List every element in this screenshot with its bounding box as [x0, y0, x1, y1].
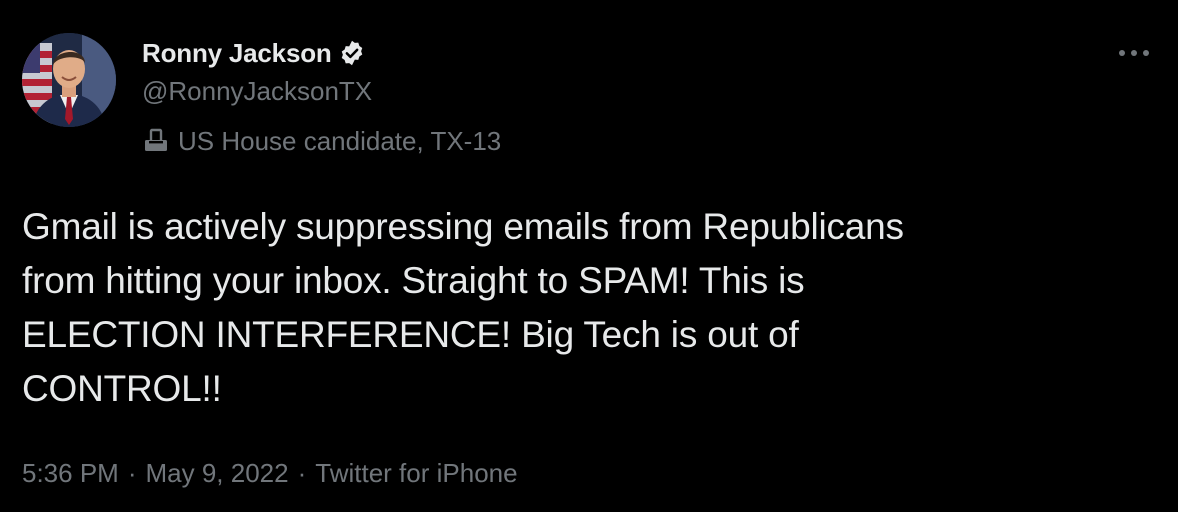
more-options-button[interactable]: [1112, 38, 1156, 68]
more-icon: [1119, 50, 1149, 56]
tweet-metadata: 5:36 PM · May 9, 2022 · Twitter for iPho…: [22, 458, 518, 489]
tweet-source[interactable]: Twitter for iPhone: [315, 458, 517, 489]
tweet-text: Gmail is actively suppressing emails fro…: [22, 206, 904, 409]
avatar[interactable]: [22, 33, 116, 127]
separator-dot: ·: [127, 458, 137, 488]
display-name[interactable]: Ronny Jackson: [142, 38, 332, 69]
affiliation-label: US House candidate, TX-13: [142, 124, 501, 158]
tweet-card: Ronny Jackson @RonnyJacksonTX US House c…: [0, 0, 1178, 512]
tweet-time[interactable]: 5:36 PM: [22, 458, 119, 489]
author-name-row[interactable]: Ronny Jackson: [142, 36, 366, 70]
ballot-box-icon: [142, 128, 170, 154]
separator-dot: ·: [297, 458, 307, 488]
verified-badge-icon: [338, 39, 366, 67]
profile-photo: [22, 33, 116, 127]
affiliation-text: US House candidate, TX-13: [178, 125, 502, 156]
tweet-date[interactable]: May 9, 2022: [146, 458, 289, 489]
author-handle[interactable]: @RonnyJacksonTX: [142, 76, 372, 107]
